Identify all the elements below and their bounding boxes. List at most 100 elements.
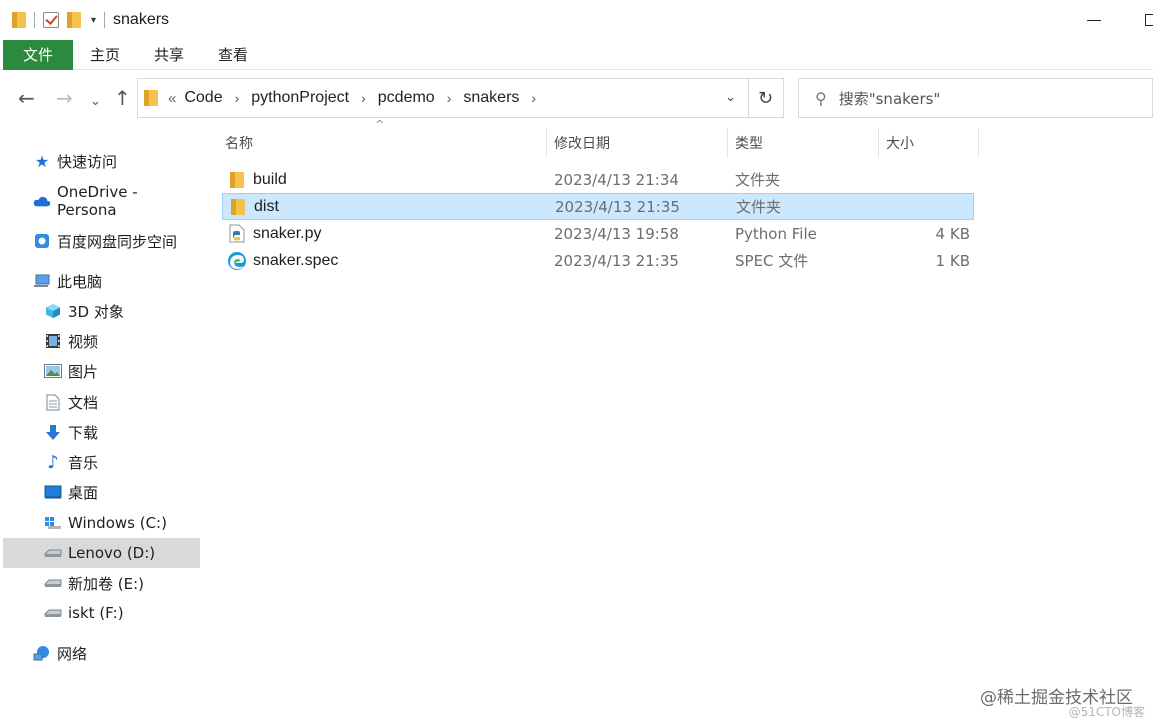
- file-date: 2023/4/13 21:34: [554, 170, 679, 189]
- breadcrumb-pythonproject[interactable]: pythonProject: [251, 89, 349, 107]
- sidebar-item-downloads[interactable]: 下载: [3, 417, 200, 447]
- forward-arrow-icon[interactable]: →: [56, 86, 73, 110]
- sidebar-item-music[interactable]: ♪ 音乐: [3, 447, 200, 477]
- sidebar-item-label: 快速访问: [57, 152, 118, 171]
- breadcrumb-code[interactable]: Code: [184, 89, 222, 107]
- sidebar-item-label: OneDrive - Persona: [57, 183, 138, 219]
- back-arrow-icon[interactable]: ←: [18, 86, 35, 110]
- sidebar-item-volume-e[interactable]: 新加卷 (E:): [3, 568, 200, 598]
- breadcrumb-snakers[interactable]: snakers: [463, 89, 519, 107]
- search-icon: ⚲: [815, 88, 827, 108]
- file-row-dist[interactable]: dist 2023/4/13 21:35 文件夹: [222, 193, 974, 220]
- file-name: build: [253, 170, 287, 188]
- file-date: 2023/4/13 19:58: [554, 224, 679, 243]
- refresh-icon: ↻: [757, 87, 774, 109]
- file-type: Python File: [735, 224, 817, 243]
- sidebar-item-onedrive[interactable]: OneDrive - Persona: [3, 183, 200, 219]
- folder-icon: [12, 12, 26, 28]
- file-name: dist: [254, 197, 279, 215]
- breadcrumb-separator-icon[interactable]: ›: [361, 90, 366, 106]
- network-icon: [33, 644, 51, 662]
- breadcrumb-pcdemo[interactable]: pcdemo: [378, 89, 435, 107]
- sidebar-item-label: 图片: [68, 362, 99, 381]
- refresh-button[interactable]: ↻: [748, 78, 784, 118]
- maximize-button[interactable]: [1145, 14, 1153, 26]
- column-header-size[interactable]: 大小: [881, 128, 979, 158]
- star-icon: ★: [34, 151, 50, 171]
- address-dropdown-chevron-icon[interactable]: ⌄: [725, 89, 736, 105]
- desktop-icon: [44, 483, 62, 501]
- quick-access-toolbar: ▾: [12, 12, 113, 28]
- tab-share[interactable]: 共享: [137, 40, 201, 70]
- up-arrow-icon[interactable]: ↑: [114, 86, 131, 110]
- minimize-button[interactable]: [1087, 19, 1101, 21]
- toolbar-divider: [34, 12, 35, 28]
- sidebar-item-documents[interactable]: 文档: [3, 387, 200, 417]
- sidebar-item-desktop[interactable]: 桌面: [3, 477, 200, 507]
- edge-file-icon: [227, 251, 247, 271]
- tab-file[interactable]: 文件: [3, 39, 73, 70]
- sidebar-item-label: 此电脑: [57, 272, 103, 291]
- download-icon: [44, 423, 62, 441]
- sidebar-item-quick-access[interactable]: ★ 快速访问: [3, 146, 200, 176]
- breadcrumb-separator-icon[interactable]: ›: [235, 90, 240, 106]
- search-box[interactable]: ⚲ 搜索"snakers": [798, 78, 1153, 118]
- sidebar-item-label: 文档: [68, 393, 99, 412]
- tab-view[interactable]: 查看: [201, 40, 265, 70]
- sidebar-item-videos[interactable]: 视频: [3, 326, 200, 356]
- sidebar-item-windows-c[interactable]: Windows (C:): [3, 508, 200, 538]
- file-row-build[interactable]: build 2023/4/13 21:34 文件夹: [222, 166, 974, 193]
- file-size: 1 KB: [935, 251, 970, 270]
- file-row-snaker-py[interactable]: snaker.py 2023/4/13 19:58 Python File 4 …: [222, 220, 974, 247]
- sidebar-item-label: iskt (F:): [68, 604, 124, 622]
- cube-3d-icon: [44, 302, 62, 320]
- sidebar-item-lenovo-d[interactable]: Lenovo (D:): [3, 538, 200, 568]
- computer-icon: [33, 272, 51, 290]
- picture-icon: [44, 362, 62, 380]
- file-type: 文件夹: [736, 198, 782, 216]
- file-row-snaker-spec[interactable]: snaker.spec 2023/4/13 21:35 SPEC 文件 1 KB: [222, 247, 974, 274]
- sidebar-item-iskt-f[interactable]: iskt (F:): [3, 598, 200, 628]
- column-header-name[interactable]: 名称: [220, 128, 547, 158]
- file-name: snaker.py: [253, 224, 322, 242]
- search-placeholder: 搜索"snakers": [838, 89, 941, 108]
- window-controls: [1087, 0, 1153, 40]
- overflow-chevron-icon[interactable]: «: [168, 90, 176, 107]
- sidebar-item-label: 下载: [68, 423, 99, 442]
- sidebar-item-3d-objects[interactable]: 3D 对象: [3, 296, 200, 326]
- navigation-pane: ★ 快速访问 OneDrive - Persona 百度网盘同步空间 此电脑 3…: [0, 138, 200, 718]
- sidebar-item-label: Windows (C:): [68, 514, 167, 532]
- customize-toolbar-dropdown[interactable]: ▾: [91, 15, 96, 26]
- address-bar[interactable]: « Code › pythonProject › pcdemo › snaker…: [137, 78, 749, 118]
- cloud-icon: [33, 192, 51, 210]
- window-title: snakers: [113, 11, 170, 28]
- sidebar-item-this-pc[interactable]: 此电脑: [3, 266, 200, 296]
- music-icon: ♪: [47, 451, 59, 473]
- file-name: snaker.spec: [253, 251, 339, 269]
- drive-icon: [44, 544, 62, 562]
- drive-icon: [44, 604, 62, 622]
- breadcrumb-separator-icon[interactable]: ›: [531, 90, 536, 106]
- folder-icon: [227, 170, 247, 190]
- sidebar-item-label: 视频: [68, 332, 99, 351]
- sidebar-item-label: 音乐: [68, 453, 99, 472]
- column-header-date-modified[interactable]: 修改日期: [549, 128, 728, 158]
- file-date: 2023/4/13 21:35: [554, 251, 679, 270]
- video-icon: [44, 332, 62, 350]
- recent-locations-chevron-icon[interactable]: ⌄: [90, 90, 101, 114]
- file-list: ^ 名称 修改日期 类型 大小 build 2023/4/13 21:34 文件…: [200, 118, 1153, 680]
- file-type: SPEC 文件: [735, 252, 809, 270]
- properties-icon[interactable]: [43, 12, 59, 28]
- tab-home[interactable]: 主页: [73, 40, 137, 70]
- toolbar-divider: [104, 12, 106, 28]
- new-folder-icon[interactable]: [67, 12, 81, 28]
- sidebar-item-baidu-netdisk[interactable]: 百度网盘同步空间: [3, 226, 200, 256]
- sidebar-item-network[interactable]: 网络: [3, 638, 200, 668]
- sidebar-item-label: 新加卷 (E:): [68, 574, 145, 593]
- title-bar: ▾ snakers: [0, 0, 1153, 40]
- column-header-type[interactable]: 类型: [730, 128, 879, 158]
- ribbon-tabs: 文件 主页 共享 查看: [0, 39, 1153, 70]
- folder-icon: [144, 90, 158, 106]
- breadcrumb-separator-icon[interactable]: ›: [447, 90, 452, 106]
- sidebar-item-pictures[interactable]: 图片: [3, 356, 200, 386]
